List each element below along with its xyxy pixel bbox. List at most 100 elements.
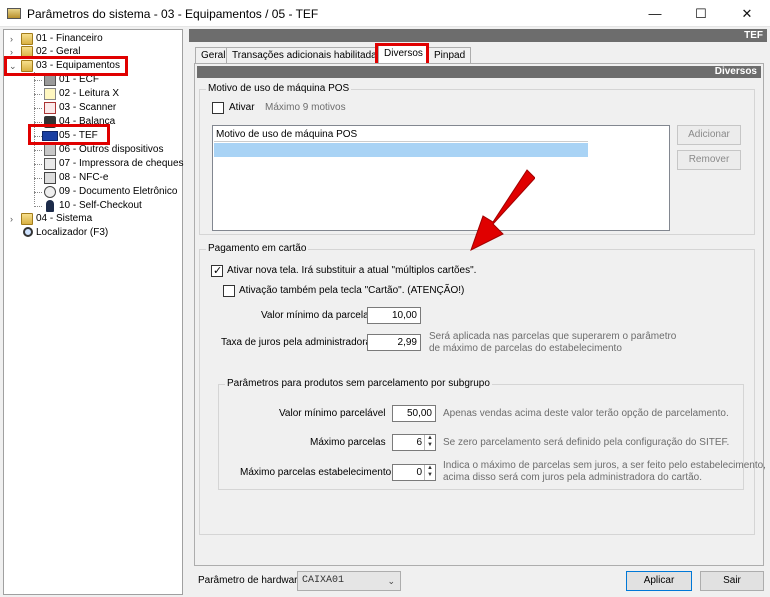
globe-icon [44, 186, 56, 198]
red-arrow-annotation [470, 169, 535, 252]
max-parcelas-value: 6 [416, 437, 422, 448]
tree-item-label: 07 - Impressora de cheques [59, 158, 184, 169]
taxa-juros-input[interactable]: 2,99 [367, 334, 421, 351]
tab-pinpad[interactable]: Pinpad [428, 47, 472, 63]
tree-item-financeiro[interactable]: › 01 - Financeiro [4, 32, 182, 46]
tree-connector [34, 94, 42, 95]
list-divider [214, 141, 588, 142]
tree-item-nfce[interactable]: 08 - NFC-e [4, 171, 182, 185]
tab-transacoes[interactable]: Transações adicionais habilitadas [226, 47, 388, 63]
max-estab-hint-2: acima disso será com juros pela administ… [443, 472, 703, 483]
tree-item-documento-eletronico[interactable]: 09 - Documento Eletrônico [4, 185, 182, 199]
adicionar-button[interactable]: Adicionar [677, 125, 741, 145]
magnifier-icon [23, 227, 33, 237]
tree-connector [34, 192, 42, 193]
hardware-value: CAIXA01 [302, 575, 345, 586]
folder-icon [21, 213, 33, 225]
tree-connector [34, 122, 42, 123]
window-title: Parâmetros do sistema - 03 - Equipamento… [27, 7, 319, 21]
max-estab-hint-1: Indica o máximo de parcelas sem juros, a… [443, 460, 766, 471]
hardware-label: Parâmetro de hardware [198, 575, 304, 586]
tree-item-impressora-cheques[interactable]: 07 - Impressora de cheques [4, 157, 184, 171]
spin-arrows-icon[interactable]: ▲ ▼ [424, 465, 435, 480]
app-icon [7, 8, 21, 19]
tree-connector [34, 108, 42, 109]
max-parcelas-label: Máximo parcelas [310, 437, 386, 448]
motivo-list[interactable]: Motivo de uso de máquina POS [212, 125, 670, 231]
taxa-juros-label: Taxa de juros pela administradora [221, 337, 372, 348]
chevron-right-icon[interactable]: › [10, 32, 13, 46]
spin-arrows-icon[interactable]: ▲ ▼ [424, 435, 435, 450]
tree-item-label: 04 - Sistema [36, 213, 93, 224]
highlight-equipamentos [4, 56, 128, 76]
document-icon [44, 88, 56, 100]
tecla-cartao-label: Ativação também pela tecla "Cartão". (AT… [239, 285, 465, 296]
tree-item-label: Localizador (F3) [36, 227, 109, 238]
remover-button[interactable]: Remover [677, 150, 741, 170]
folder-icon [21, 33, 33, 45]
tree-connector [34, 164, 42, 165]
taxa-juros-hint-1: Será aplicada nas parcelas que superarem… [429, 331, 677, 342]
bottom-bar: Parâmetro de hardware CAIXA01 ⌄ Aplicar … [189, 569, 767, 595]
title-bar: Parâmetros do sistema - 03 - Equipamento… [0, 0, 770, 27]
tree-item-label: 09 - Documento Eletrônico [59, 186, 178, 197]
group-title: Motivo de uso de máquina POS [206, 83, 352, 94]
tree-item-label: 01 - Financeiro [36, 33, 103, 44]
valor-min-parcela-label: Valor mínimo da parcela [261, 310, 369, 321]
group-subgrupo: Parâmetros para produtos sem parcelament… [218, 378, 766, 490]
scanner-icon [44, 102, 56, 114]
tree-item-sistema[interactable]: › 04 - Sistema [4, 212, 182, 226]
section-header: TEF [189, 29, 767, 42]
tree-item-label: 06 - Outros dispositivos [59, 144, 164, 155]
valor-min-parcela-input[interactable]: 10,00 [367, 307, 421, 324]
tree-item-outros-dispositivos[interactable]: 06 - Outros dispositivos [4, 143, 182, 157]
ativar-label: Ativar [229, 102, 255, 113]
tree-connector [34, 80, 42, 81]
close-button[interactable]: ✕ [724, 0, 770, 27]
group-title: Pagamento em cartão [206, 243, 309, 254]
tecla-cartao-checkbox[interactable] [223, 285, 235, 297]
aplicar-button[interactable]: Aplicar [626, 571, 692, 591]
devices-icon [44, 144, 56, 156]
list-header: Motivo de uso de máquina POS [216, 129, 358, 140]
sair-button[interactable]: Sair [700, 571, 764, 591]
tree-item-localizador[interactable]: Localizador (F3) [4, 226, 182, 240]
tree-connector [34, 150, 42, 151]
check-printer-icon [44, 158, 56, 170]
settings-tree[interactable]: › 01 - Financeiro › 02 - Geral ⌄ 03 - Eq… [3, 29, 184, 595]
tree-item-label: 08 - NFC-e [59, 172, 109, 183]
nfce-icon [44, 172, 56, 184]
max-parcelas-hint: Se zero parcelamento será definido pela … [443, 437, 730, 448]
main-panel: TEF Geral Transações adicionais habilita… [189, 29, 767, 567]
minimize-button[interactable]: — [632, 0, 678, 27]
tree-item-label: 10 - Self-Checkout [59, 200, 142, 211]
tree-item-label: 03 - Scanner [59, 102, 117, 113]
chevron-down-icon[interactable]: ⌄ [387, 572, 395, 590]
max-parcelas-stepper[interactable]: 6 ▲ ▼ [392, 434, 436, 451]
tree-item-leitura-x[interactable]: 02 - Leitura X [4, 87, 182, 101]
sub-header: Diversos [197, 66, 761, 78]
tab-panel-diversos: Diversos Motivo de uso de máquina POS At… [194, 63, 766, 566]
max-motivos-hint: Máximo 9 motivos [265, 102, 346, 113]
tree-connector [34, 178, 42, 179]
max-estab-value: 0 [416, 467, 422, 478]
ativar-checkbox[interactable] [212, 102, 224, 114]
group-title: Parâmetros para produtos sem parcelament… [225, 378, 492, 389]
valor-min-parcelavel-label: Valor mínimo parcelável [279, 408, 386, 419]
tree-connector [34, 206, 42, 207]
tree-item-self-checkout[interactable]: 10 - Self-Checkout [4, 199, 182, 213]
list-item-selected[interactable] [214, 143, 588, 157]
valor-min-parcelavel-input[interactable]: 50,00 [392, 405, 436, 422]
chevron-right-icon[interactable]: › [10, 212, 13, 226]
nova-tela-checkbox[interactable] [211, 264, 223, 277]
tree-item-label: 02 - Leitura X [59, 88, 120, 99]
tree-item-scanner[interactable]: 03 - Scanner [4, 101, 182, 115]
max-estab-label: Máximo parcelas estabelecimento [240, 467, 392, 478]
hardware-select[interactable]: CAIXA01 ⌄ [297, 571, 401, 591]
maximize-button[interactable]: ☐ [678, 0, 724, 27]
group-pagamento-cartao: Pagamento em cartão Ativar nova tela. Ir… [199, 243, 766, 535]
taxa-juros-hint-2: de máximo de parcelas do estabelecimento [429, 343, 622, 354]
nova-tela-label: Ativar nova tela. Irá substituir a atual… [227, 265, 477, 276]
person-icon [46, 200, 54, 212]
max-estab-stepper[interactable]: 0 ▲ ▼ [392, 464, 436, 481]
